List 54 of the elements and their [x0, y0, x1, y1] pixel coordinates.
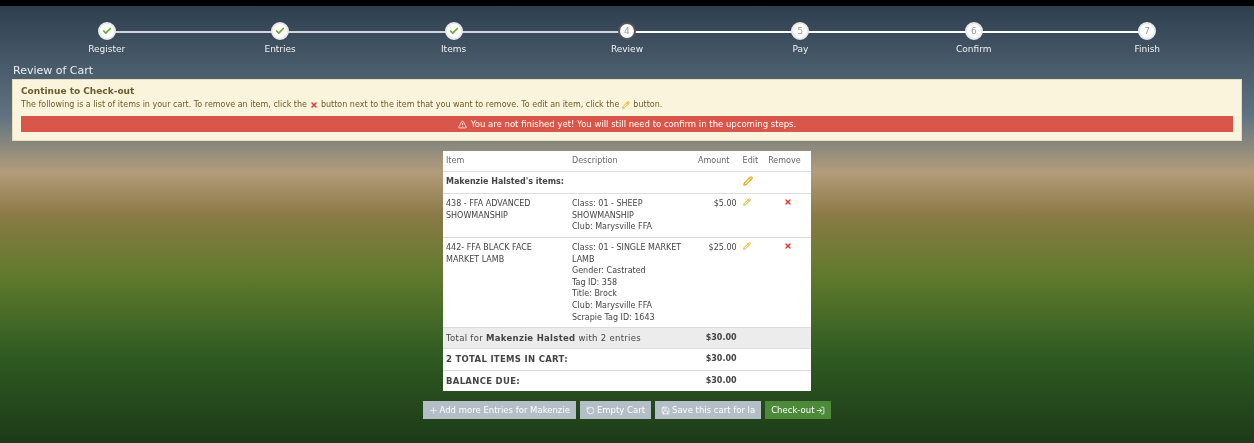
action-button[interactable]: Check-out — [765, 401, 832, 420]
action-button[interactable]: Empty Cart — [579, 401, 651, 420]
total-amount: $30.00 — [695, 327, 740, 349]
column-header: Description — [569, 151, 695, 172]
step-number: 7 — [1144, 26, 1151, 36]
check-icon — [448, 26, 459, 36]
step-number: 4 — [624, 26, 630, 36]
total-label: Total for Makenzie Halsted with 2 entries — [443, 327, 695, 349]
step-number: 5 — [797, 26, 804, 36]
total-amount: $30.00 — [695, 370, 740, 392]
edit-icon[interactable] — [742, 175, 753, 186]
description-cell: Class: 01 - SINGLE MARKET LAMB Gender: Castrated Tag ID: 358 Title: Brock Club: Marysville FFA Scrapie Tag ID: 1643 — [569, 237, 695, 328]
action-button[interactable]: Add more Entries for Makenzie — [422, 401, 576, 420]
sign-in-icon — [816, 405, 826, 415]
step-label: Review — [610, 44, 644, 54]
remove-icon[interactable] — [784, 241, 793, 250]
warning-text: You are not finished yet! You will still need to confirm in the upcoming steps. — [470, 119, 797, 129]
amount-cell: $25.00 — [695, 237, 740, 328]
save-icon — [661, 405, 670, 415]
total-label: BALANCE DUE: — [443, 370, 695, 392]
notice-text: The following is a list of items in your cart. To remove an item, click the — [21, 100, 307, 109]
total-amount: $30.00 — [695, 348, 740, 371]
notice-text: button. — [633, 100, 663, 109]
warning-icon — [457, 119, 467, 129]
step-number: 6 — [970, 26, 977, 36]
notice-heading: Continue to Check-out — [21, 86, 136, 96]
step-label: Items — [440, 44, 467, 54]
pencil-icon — [622, 100, 631, 109]
edit-icon[interactable] — [742, 198, 751, 207]
column-header: Edit — [739, 151, 766, 172]
step-label: Confirm — [956, 44, 992, 54]
description-cell: Class: 01 - SHEEP SHOWMANSHIP Club: Marysville FFA — [569, 193, 695, 238]
step-label: Pay — [792, 44, 809, 54]
item-cell: 438 - FFA ADVANCED SHOWMANSHIP — [443, 193, 569, 238]
step-label: Register — [88, 44, 126, 54]
check-icon — [275, 26, 286, 36]
item-cell: 442- FFA BLACK FACE MARKET LAMB — [443, 237, 569, 328]
total-label: 2 TOTAL ITEMS IN CART: — [443, 348, 695, 371]
step-label: Entries — [264, 44, 296, 54]
refresh-icon — [585, 405, 595, 415]
amount-cell: $5.00 — [695, 193, 740, 238]
page-title: Review of Cart — [12, 63, 95, 79]
column-header: Item — [443, 151, 569, 172]
column-header: Remove — [765, 151, 811, 172]
remove-icon — [309, 100, 318, 109]
check-icon — [101, 26, 112, 36]
action-button[interactable]: Save this cart for la — [655, 401, 762, 420]
remove-icon[interactable] — [784, 198, 793, 207]
edit-icon[interactable] — [742, 241, 751, 250]
notice-text: button next to the item that you want to remove. To edit an item, click the — [320, 100, 620, 109]
plus-icon — [428, 405, 438, 415]
step-label: Finish — [1134, 44, 1161, 54]
column-header: Amount — [695, 151, 740, 172]
group-title: Makenzie Halsted's items: — [443, 171, 740, 194]
